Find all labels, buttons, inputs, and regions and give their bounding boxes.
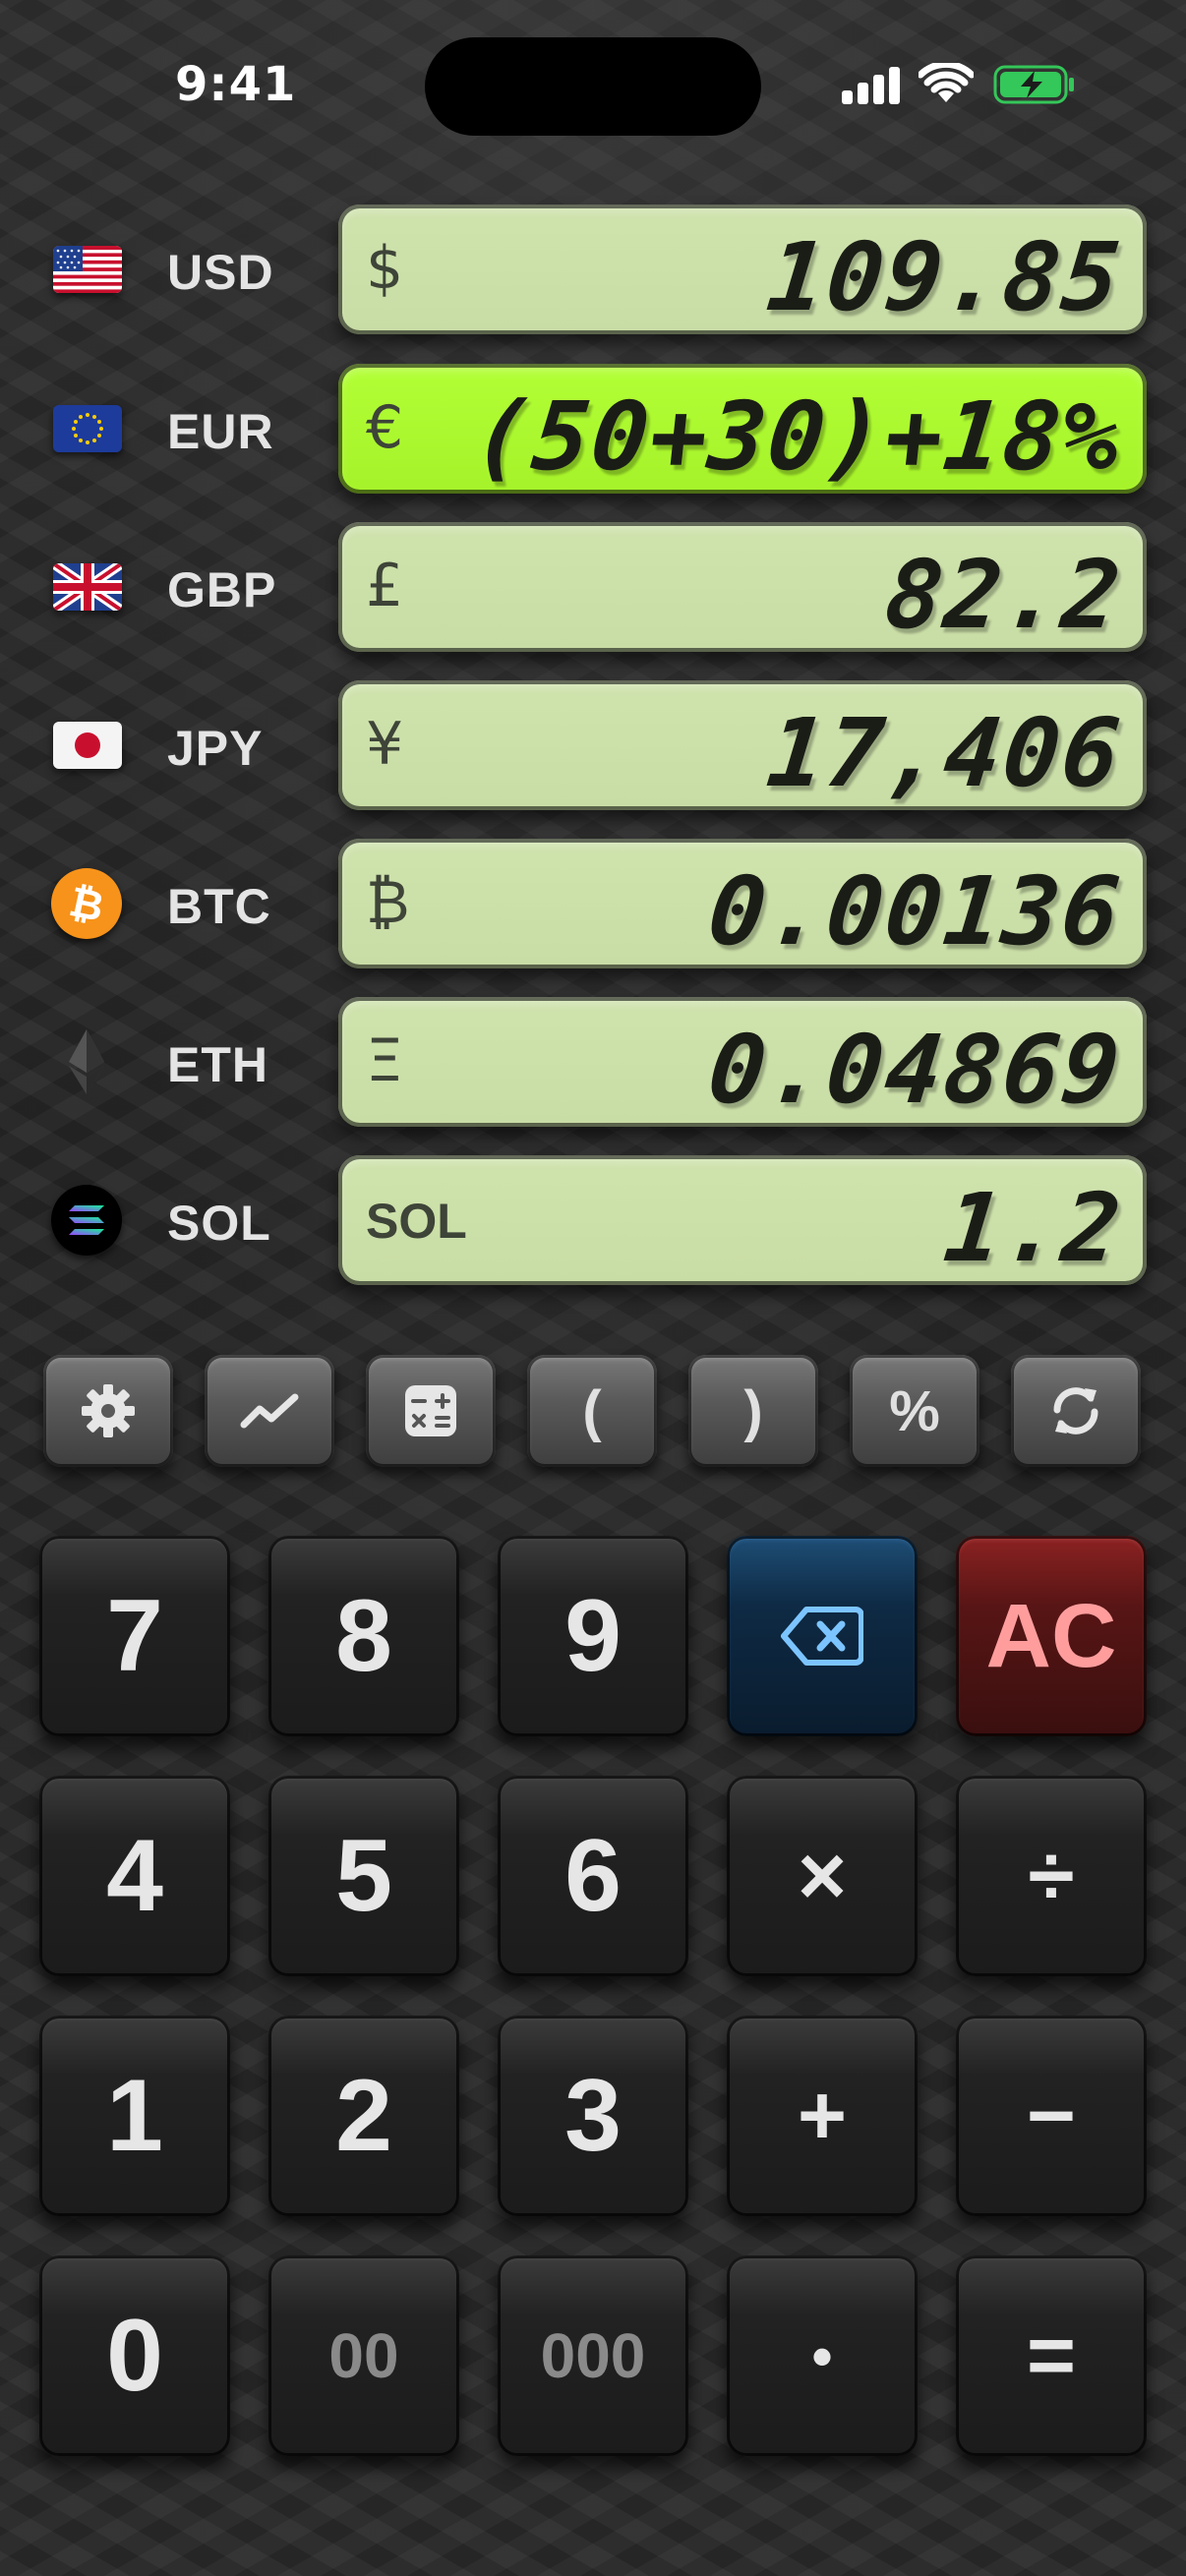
status-bar: 9:41: [0, 0, 1186, 157]
currency-value: 0.04869: [703, 1015, 1127, 1125]
currency-value: 17,406: [762, 698, 1127, 808]
calculator-icon: [405, 1385, 456, 1436]
wifi-icon: [919, 63, 974, 102]
currency-row-usd[interactable]: USD $ 109.85: [0, 205, 1186, 334]
currency-symbol: $: [366, 234, 404, 303]
japan-flag-icon: [53, 722, 122, 769]
currency-display[interactable]: ¥ 17,406: [338, 680, 1147, 810]
eu-flag-icon: [53, 405, 122, 452]
currency-symbol: SOL: [366, 1194, 467, 1249]
status-time: 9:41: [175, 57, 297, 112]
currency-display[interactable]: ₿ 0.00136: [338, 839, 1147, 968]
currency-symbol: Ξ: [366, 1026, 403, 1095]
solana-icon: [51, 1185, 122, 1256]
dynamic-island: [425, 37, 761, 136]
currency-value: 1.2: [938, 1173, 1127, 1283]
currency-symbol: ₿: [366, 868, 410, 937]
plus-button[interactable]: +: [727, 2016, 918, 2216]
currency-code: JPY: [167, 721, 264, 776]
bitcoin-icon: ₿: [51, 868, 122, 939]
currency-row-sol[interactable]: SOL SOL 1.2: [0, 1155, 1186, 1285]
backspace-button[interactable]: [727, 1536, 918, 1736]
signal-icon: [842, 67, 901, 104]
settings-button[interactable]: [43, 1355, 173, 1467]
key-6[interactable]: 6: [498, 1776, 688, 1976]
key-000[interactable]: 000: [498, 2255, 688, 2456]
us-flag-icon: [53, 246, 122, 293]
minus-button[interactable]: −: [956, 2016, 1147, 2216]
currency-display[interactable]: £ 82.2: [338, 522, 1147, 652]
currency-row-eur[interactable]: EUR € (50+30)+18%: [0, 364, 1186, 494]
currency-code: ETH: [167, 1037, 268, 1092]
key-8[interactable]: 8: [268, 1536, 459, 1736]
chart-button[interactable]: [205, 1355, 334, 1467]
currency-code: SOL: [167, 1196, 271, 1251]
chart-icon: [240, 1393, 299, 1429]
currency-row-btc[interactable]: ₿ BTC ₿ 0.00136: [0, 839, 1186, 968]
currency-row-jpy[interactable]: JPY ¥ 17,406: [0, 680, 1186, 810]
currency-symbol: €: [366, 393, 404, 462]
currency-symbol: ¥: [366, 710, 404, 779]
battery-charging-icon: [993, 65, 1074, 104]
currency-code: USD: [167, 245, 274, 300]
currency-value: 82.2: [879, 540, 1127, 650]
gear-icon: [82, 1384, 135, 1437]
backspace-icon: [781, 1607, 863, 1666]
currency-display[interactable]: SOL 1.2: [338, 1155, 1147, 1285]
key-4[interactable]: 4: [39, 1776, 230, 1976]
uk-flag-icon: [53, 563, 122, 611]
refresh-button[interactable]: [1011, 1355, 1141, 1467]
currency-row-gbp[interactable]: GBP £ 82.2: [0, 522, 1186, 652]
key-2[interactable]: 2: [268, 2016, 459, 2216]
tool-row: ( ) %: [0, 1355, 1186, 1467]
currency-display-active[interactable]: € (50+30)+18%: [338, 364, 1147, 494]
currency-value: 0.00136: [703, 856, 1127, 966]
refresh-icon: [1053, 1387, 1098, 1434]
ethereum-icon: [51, 1026, 122, 1097]
equals-button[interactable]: =: [956, 2255, 1147, 2456]
currency-display[interactable]: Ξ 0.04869: [338, 997, 1147, 1127]
all-clear-button[interactable]: AC: [956, 1536, 1147, 1736]
currency-row-eth[interactable]: ETH Ξ 0.04869: [0, 997, 1186, 1127]
divide-button[interactable]: ÷: [956, 1776, 1147, 1976]
currency-code: BTC: [167, 879, 271, 934]
close-paren-button[interactable]: ): [688, 1355, 818, 1467]
key-5[interactable]: 5: [268, 1776, 459, 1976]
percent-button[interactable]: %: [850, 1355, 979, 1467]
key-3[interactable]: 3: [498, 2016, 688, 2216]
key-9[interactable]: 9: [498, 1536, 688, 1736]
multiply-button[interactable]: ×: [727, 1776, 918, 1976]
currency-code: EUR: [167, 404, 274, 459]
expression-value: (50+30)+18%: [468, 381, 1127, 492]
decimal-button[interactable]: •: [727, 2255, 918, 2456]
currency-symbol: £: [366, 552, 404, 620]
key-0[interactable]: 0: [39, 2255, 230, 2456]
currency-value: 109.85: [762, 222, 1127, 332]
key-1[interactable]: 1: [39, 2016, 230, 2216]
currency-display[interactable]: $ 109.85: [338, 205, 1147, 334]
key-00[interactable]: 00: [268, 2255, 459, 2456]
open-paren-button[interactable]: (: [527, 1355, 657, 1467]
currency-code: GBP: [167, 562, 277, 617]
calculator-button[interactable]: [366, 1355, 496, 1467]
key-7[interactable]: 7: [39, 1536, 230, 1736]
